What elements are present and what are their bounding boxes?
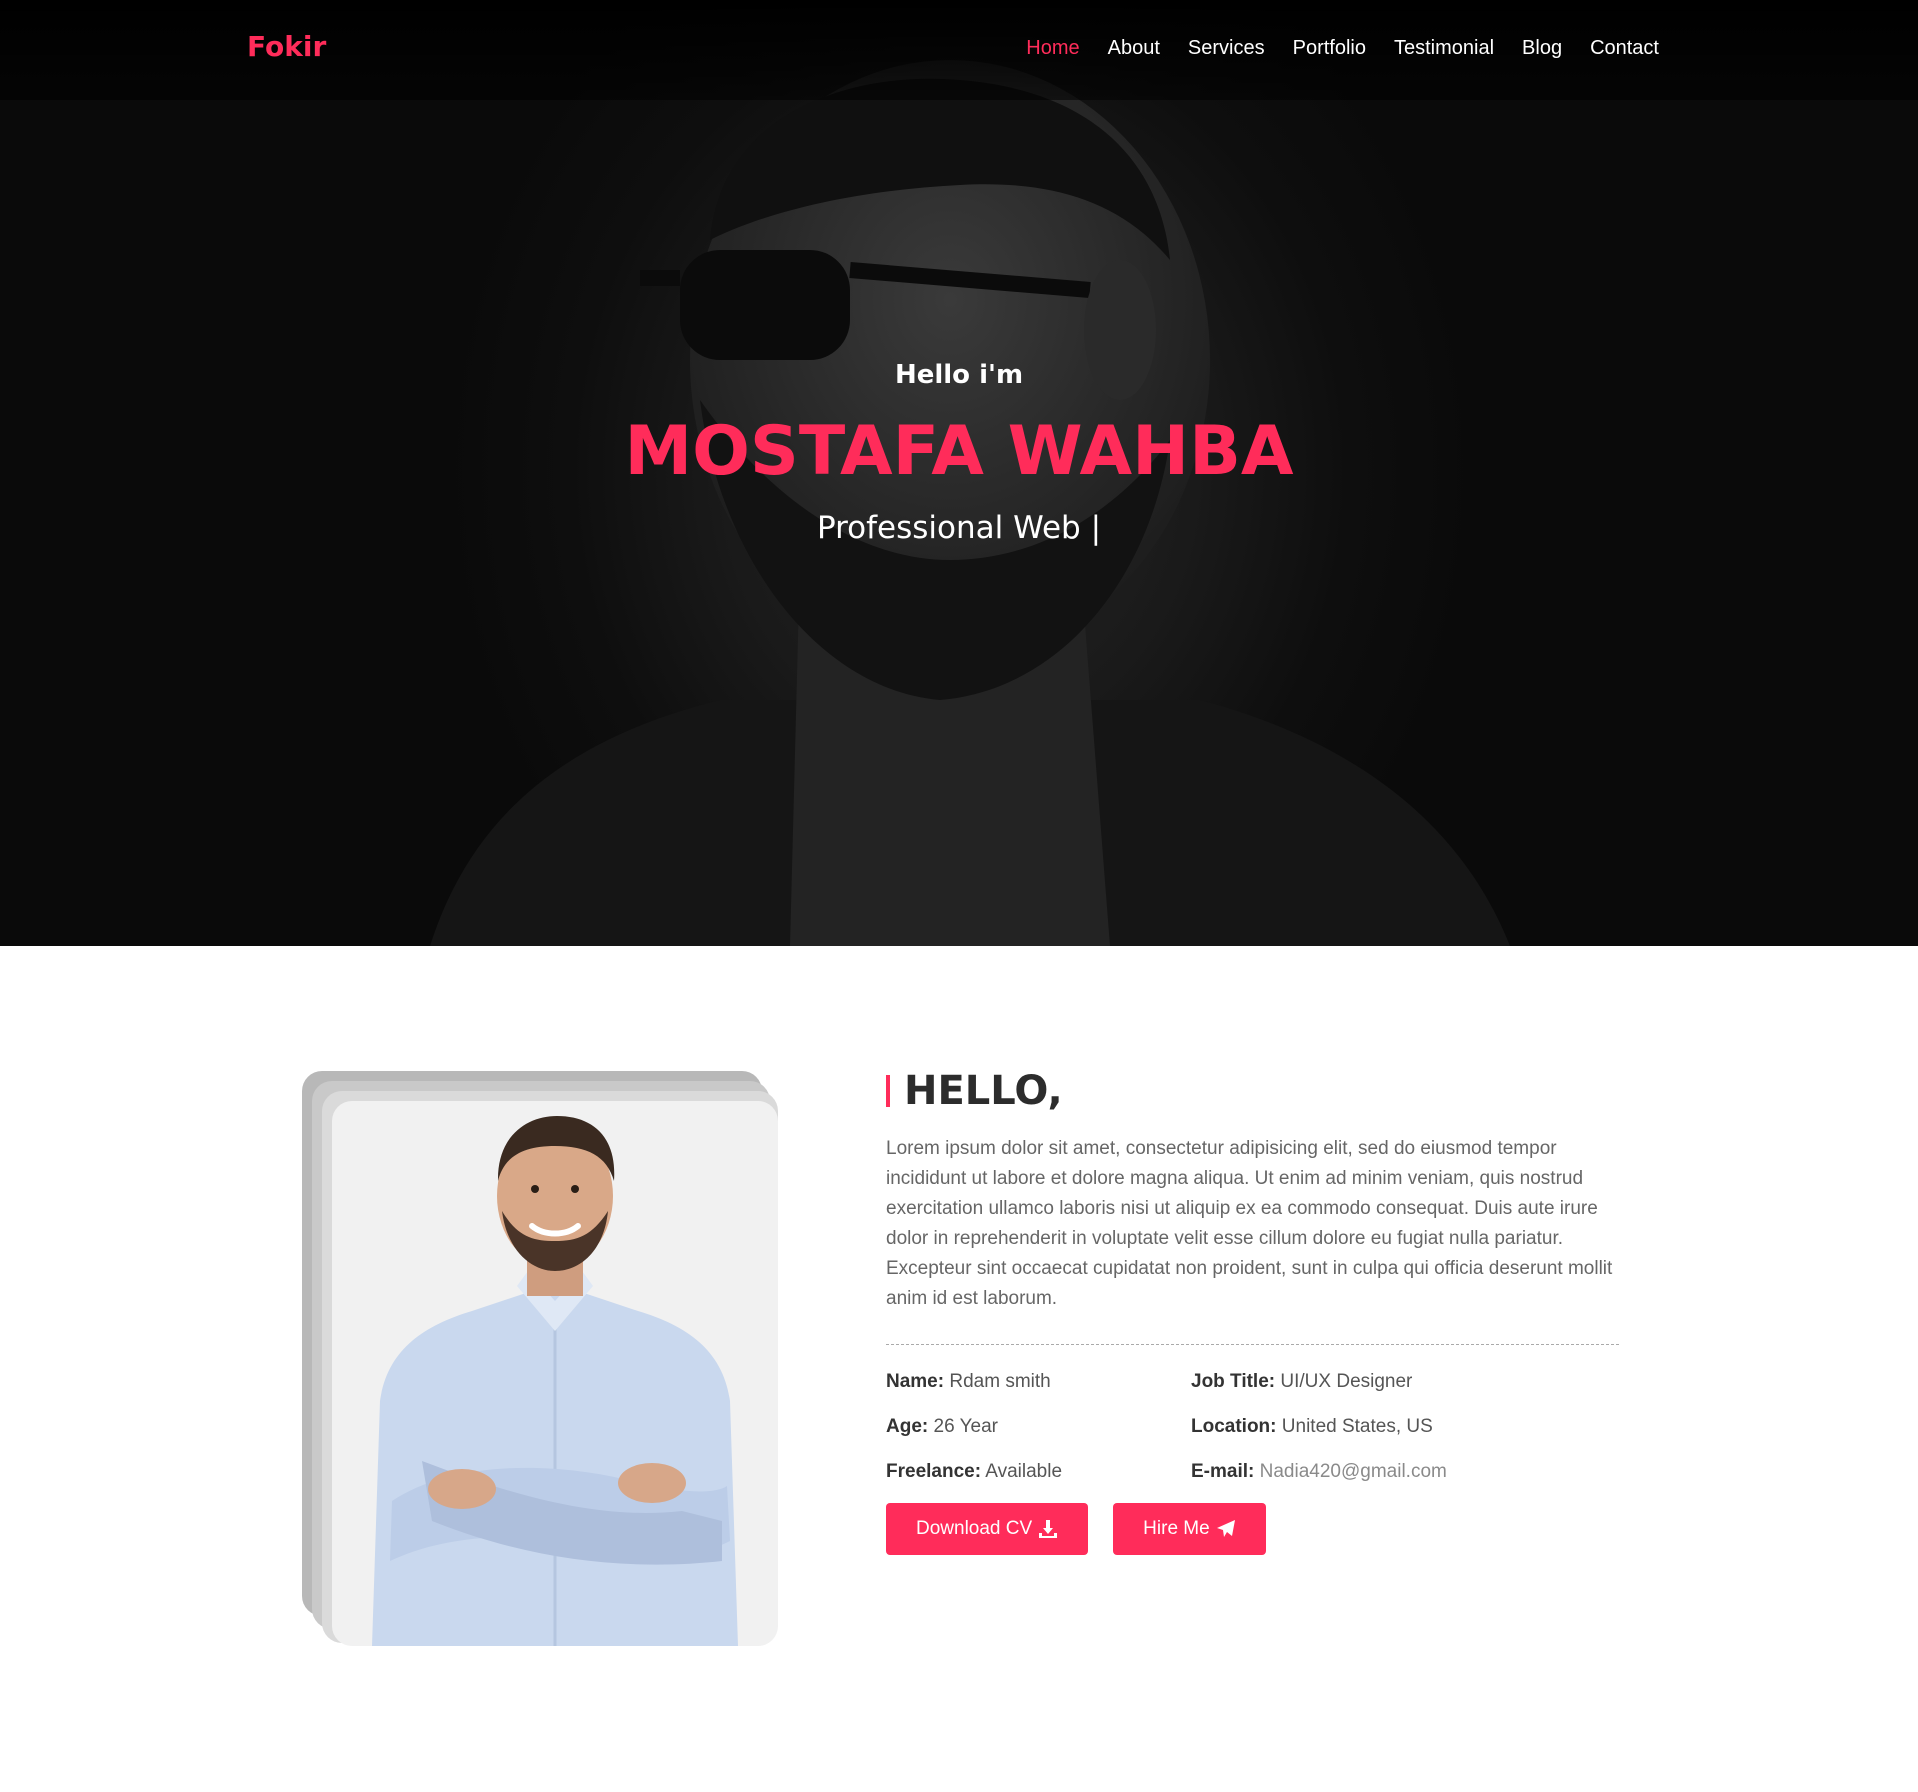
info-name-label: Name: xyxy=(886,1371,945,1392)
info-age: Age: 26 Year xyxy=(886,1414,1191,1440)
info-freelance: Freelance: Available xyxy=(886,1459,1191,1485)
hero-section: Fokir Home About Services Portfolio Test… xyxy=(0,0,1918,946)
hero-name: MOSTAFA WAHBA xyxy=(624,412,1294,491)
nav-services[interactable]: Services xyxy=(1188,37,1265,60)
nav-home[interactable]: Home xyxy=(1026,37,1079,60)
info-email: E-mail: Nadia420@gmail.com xyxy=(1191,1459,1619,1485)
man-portrait-image xyxy=(372,1116,738,1646)
title-accent-bar xyxy=(886,1075,890,1107)
info-location: Location: United States, US xyxy=(1191,1414,1619,1440)
info-location-value: United States, US xyxy=(1281,1416,1433,1437)
personal-info-grid: Name: Rdam smith Job Title: UI/UX Design… xyxy=(886,1369,1620,1485)
download-cv-label: Download CV xyxy=(916,1518,1033,1539)
brand-logo[interactable]: Fokir xyxy=(247,30,326,63)
hero-subtitle: Professional Web | xyxy=(816,510,1102,546)
about-buttons: Download CV Hire Me xyxy=(886,1503,1620,1555)
paper-plane-icon xyxy=(1216,1520,1235,1537)
info-age-value: 26 Year xyxy=(933,1416,998,1437)
hero-text: Hello i'm MOSTAFA WAHBA Professional Web… xyxy=(0,360,1918,546)
about-description: Lorem ipsum dolor sit amet, consectetur … xyxy=(886,1138,1613,1309)
main-nav: Home About Services Portfolio Testimonia… xyxy=(1026,37,1659,60)
info-freelance-label: Freelance: xyxy=(886,1461,982,1482)
nav-contact[interactable]: Contact xyxy=(1590,37,1659,60)
profile-photo-stack xyxy=(302,1071,778,1646)
about-section: HELLO, Lorem ipsum dolor sit amet, conse… xyxy=(0,946,1918,1792)
info-email-link[interactable]: Nadia420@gmail.com xyxy=(1260,1461,1447,1482)
nav-blog[interactable]: Blog xyxy=(1522,37,1562,60)
nav-portfolio[interactable]: Portfolio xyxy=(1293,37,1366,60)
about-title: HELLO, xyxy=(886,1068,1620,1114)
info-email-label: E-mail: xyxy=(1191,1461,1255,1482)
about-title-text: HELLO, xyxy=(904,1068,1063,1114)
info-freelance-value: Available xyxy=(985,1461,1063,1482)
about-content: HELLO, Lorem ipsum dolor sit amet, conse… xyxy=(886,1068,1620,1555)
info-name: Name: Rdam smith xyxy=(886,1369,1191,1395)
nav-about[interactable]: About xyxy=(1108,37,1160,60)
info-job-title: Job Title: UI/UX Designer xyxy=(1191,1369,1619,1395)
profile-photo xyxy=(332,1101,778,1646)
dashed-divider xyxy=(886,1344,1619,1345)
hero-greeting: Hello i'm xyxy=(894,360,1024,390)
hire-me-label: Hire Me xyxy=(1143,1518,1210,1539)
navbar: Fokir Home About Services Portfolio Test… xyxy=(0,0,1918,100)
info-name-value: Rdam smith xyxy=(949,1371,1051,1392)
info-job-value: UI/UX Designer xyxy=(1280,1371,1413,1392)
hire-me-button[interactable]: Hire Me xyxy=(1113,1503,1266,1555)
info-location-label: Location: xyxy=(1191,1416,1277,1437)
download-cv-button[interactable]: Download CV xyxy=(886,1503,1089,1555)
nav-testimonial[interactable]: Testimonial xyxy=(1394,37,1494,60)
info-job-label: Job Title: xyxy=(1191,1371,1276,1392)
download-icon xyxy=(1039,1520,1058,1538)
info-age-label: Age: xyxy=(886,1416,929,1437)
